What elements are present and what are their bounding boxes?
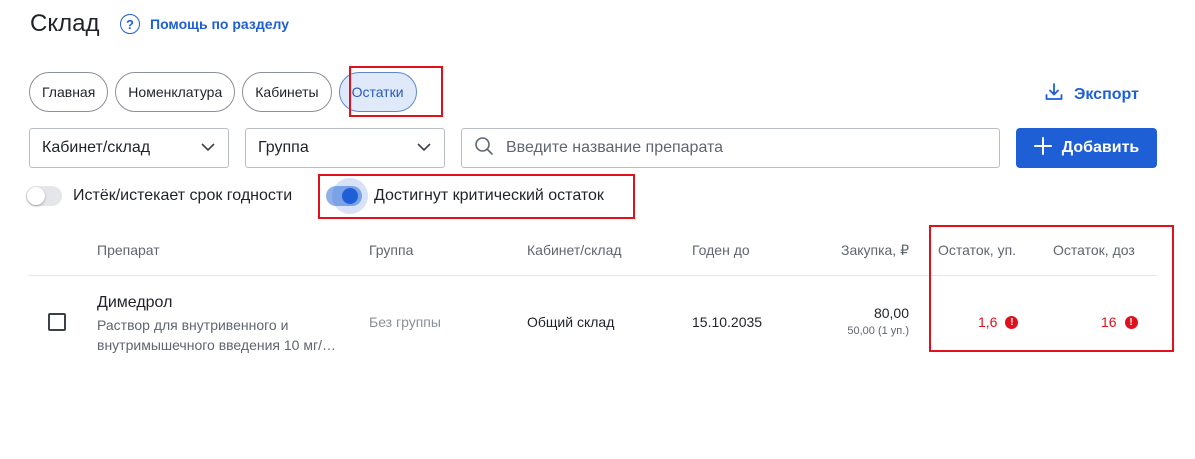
cabinet-select-value: Кабинет/склад	[42, 139, 151, 156]
drug-group: Без группы	[369, 314, 441, 330]
group-select-value: Группа	[258, 139, 309, 156]
highlight-box-toggle	[318, 174, 635, 219]
drug-price: 80,00	[873, 305, 909, 321]
drug-name[interactable]: Димедрол	[97, 294, 172, 312]
help-label: Помощь по разделу	[150, 16, 289, 32]
expired-toggle-label: Истёк/истекает срок годности	[73, 187, 293, 204]
export-button[interactable]: Экспорт	[1044, 82, 1139, 107]
row-checkbox[interactable]	[48, 313, 66, 331]
chevron-down-icon	[200, 139, 216, 157]
toggle-knob	[27, 187, 45, 205]
group-select[interactable]: Группа	[245, 128, 445, 168]
drug-cabinet: Общий склад	[527, 314, 615, 330]
add-button[interactable]: Добавить	[1016, 128, 1157, 168]
add-button-label: Добавить	[1061, 139, 1140, 156]
export-label: Экспорт	[1074, 85, 1139, 103]
search-field[interactable]	[461, 128, 1000, 168]
tab-cabinets[interactable]: Кабинеты	[242, 72, 332, 112]
column-header-drug[interactable]: Препарат	[97, 242, 160, 258]
column-header-group[interactable]: Группа	[369, 242, 413, 258]
tab-nomenclature[interactable]: Номенклатура	[115, 72, 236, 112]
column-header-price[interactable]: Закупка, ₽	[841, 242, 909, 259]
plus-icon	[1033, 136, 1052, 160]
drug-expires: 15.10.2035	[692, 314, 763, 330]
drug-description: Раствор для внутривенного и внутримышечн…	[97, 317, 336, 353]
search-input[interactable]	[506, 139, 986, 157]
chevron-down-icon	[416, 139, 432, 157]
expired-toggle[interactable]	[26, 186, 62, 206]
highlight-box-tab	[349, 66, 443, 117]
cabinet-select[interactable]: Кабинет/склад	[29, 128, 229, 168]
tab-main[interactable]: Главная	[29, 72, 109, 112]
highlight-box-remains	[929, 225, 1174, 352]
page-title: Склад	[30, 10, 100, 37]
drug-price-per-unit: 50,00 (1 уп.)	[847, 325, 909, 337]
download-icon	[1044, 82, 1064, 107]
question-circle-icon: ?	[120, 14, 140, 34]
search-icon	[474, 136, 494, 161]
help-link[interactable]: ? Помощь по разделу	[120, 14, 289, 34]
column-header-expires[interactable]: Годен до	[692, 242, 750, 258]
column-header-cabinet[interactable]: Кабинет/склад	[527, 242, 622, 258]
